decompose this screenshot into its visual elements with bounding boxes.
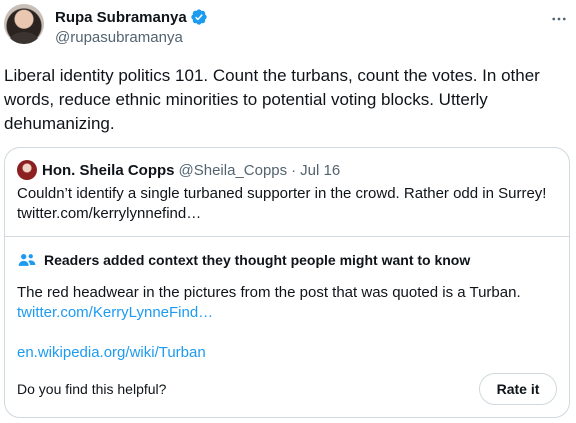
author-display-name[interactable]: Rupa Subramanya — [55, 9, 187, 26]
quoted-tweet-date[interactable]: Jul 16 — [300, 162, 340, 179]
quoted-tweet-card[interactable]: Hon. Sheila Copps @Sheila_Copps · Jul 16… — [4, 147, 570, 418]
community-note: Readers added context they thought peopl… — [5, 236, 569, 417]
quoted-author-name[interactable]: Hon. Sheila Copps — [42, 162, 175, 179]
note-source-link-1[interactable]: twitter.com/KerryLynneFind… — [17, 303, 213, 323]
community-note-header: Readers added context they thought peopl… — [17, 250, 470, 270]
quoted-tweet-header: Hon. Sheila Copps @Sheila_Copps · Jul 16 — [17, 160, 340, 180]
verified-badge-icon — [191, 9, 207, 25]
tweet-text: Liberal identity politics 101. Count the… — [4, 66, 540, 133]
avatar-figure — [10, 32, 38, 44]
author-name-row: Rupa Subramanya — [55, 7, 208, 27]
tweet-header: Rupa Subramanya @rupasubramanya — [4, 4, 572, 48]
quoted-author-avatar[interactable] — [17, 160, 37, 180]
note-source-link-2[interactable]: en.wikipedia.org/wiki/Turban — [17, 343, 206, 363]
people-icon — [18, 254, 36, 266]
author-handle[interactable]: @rupasubramanya — [55, 29, 183, 46]
author-avatar[interactable] — [4, 4, 44, 44]
more-options-icon[interactable] — [550, 10, 568, 28]
quoted-tweet-text: Couldn’t identify a single turbaned supp… — [17, 185, 547, 222]
rate-it-button[interactable]: Rate it — [479, 373, 557, 405]
community-note-text: The red headwear in the pictures from th… — [17, 284, 521, 301]
helpful-question: Do you find this helpful? — [17, 381, 167, 397]
separator-dot: · — [291, 161, 297, 179]
quoted-author-handle[interactable]: @Sheila_Copps — [179, 162, 288, 179]
community-note-title: Readers added context they thought peopl… — [44, 252, 471, 268]
